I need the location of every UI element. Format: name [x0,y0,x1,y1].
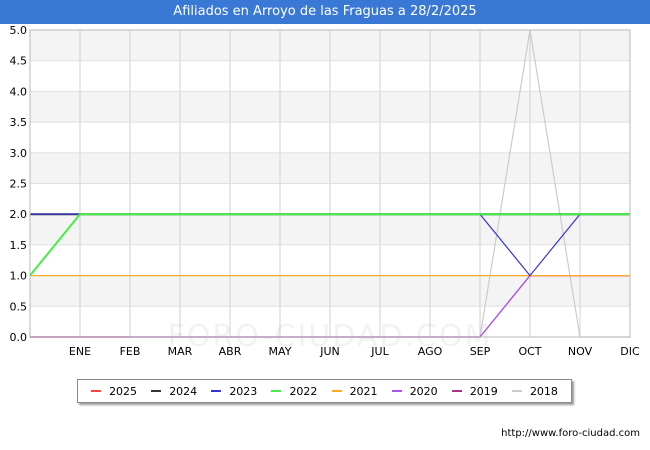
x-tick-label: NOV [568,345,593,358]
legend-swatch [331,390,342,392]
legend-item-2019: 2019 [451,384,498,398]
x-tick-label: ENE [69,345,91,358]
legend-item-2021: 2021 [331,384,378,398]
legend-label: 2022 [289,384,318,398]
legend-label: 2020 [409,384,438,398]
legend-item-2025: 2025 [91,385,137,398]
y-tick-label: 3.0 [10,147,28,160]
legend-item-2022: 2022 [271,385,317,398]
x-tick-label: DIC [620,345,640,358]
x-tick-label: SEP [470,345,491,358]
y-tick-label: 2.5 [10,178,28,191]
legend-swatch [151,390,162,392]
legend-label: 2024 [169,384,198,398]
y-tick-label: 2.0 [10,208,28,221]
legend-item-2020: 2020 [391,384,438,398]
legend-item-2023: 2023 [211,385,257,398]
x-tick-label: OCT [518,345,541,358]
x-tick-label: MAR [168,345,193,358]
line-chart: FORO-CIUDAD.COM 0.00.51.01.52.02.53.03.5… [10,24,641,358]
legend-label: 2023 [229,384,258,398]
x-tick-label: MAY [269,345,292,358]
legend-swatch [271,390,282,392]
x-tick-label: JUN [319,345,340,358]
y-tick-label: 0.5 [10,300,28,313]
x-tick-label: AGO [418,345,443,358]
legend-swatch [211,390,222,392]
x-tick-label: JUL [370,345,389,358]
legend-swatch [451,390,462,392]
legend-swatch [511,390,522,392]
source-url: http://www.foro-ciudad.com [501,428,640,439]
legend: 2025 2024 2023 2022 2021 2020 2019 2018 [77,379,572,403]
chart-title: Afiliados en Arroyo de las Fraguas a 28/… [0,0,650,24]
x-tick-label: ABR [219,345,242,358]
y-tick-label: 1.0 [10,270,28,283]
legend-item-2024: 2024 [151,385,197,398]
y-tick-label: 3.5 [10,116,28,129]
legend-swatch [91,390,102,392]
y-axis: 0.0 0.5 1.0 1.5 2.0 2.5 3.0 3.5 4.0 4.5 5.0 [10,24,28,344]
y-tick-label: 5.0 [10,24,28,37]
y-tick-label: 1.5 [10,239,28,252]
legend-item-2018: 2018 [511,384,558,398]
legend-label: 2018 [529,384,558,398]
legend-label: 2025 [109,384,138,398]
x-tick-label: FEB [120,345,141,358]
legend-label: 2021 [349,384,378,398]
y-tick-label: 4.5 [10,55,28,68]
legend-label: 2019 [469,384,498,398]
y-tick-label: 0.0 [10,331,28,344]
legend-swatch [391,390,402,392]
y-tick-label: 4.0 [10,85,28,98]
